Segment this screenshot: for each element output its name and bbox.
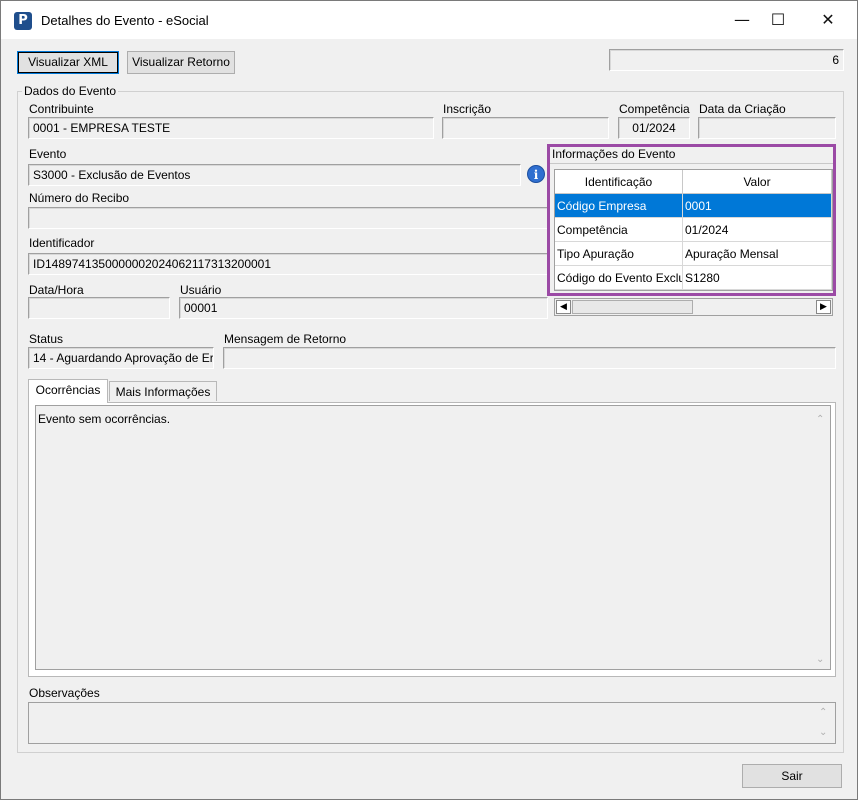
info-icon[interactable]: i xyxy=(527,165,545,183)
data-hora-field[interactable] xyxy=(28,297,170,319)
contribuinte-field[interactable]: 0001 - EMPRESA TESTE xyxy=(28,117,434,139)
usuario-label: Usuário xyxy=(180,283,222,297)
identificador-field[interactable]: ID1489741350000002024062117313200001 xyxy=(28,253,548,275)
data-criacao-label: Data da Criação xyxy=(699,102,786,116)
col-header-valor[interactable]: Valor xyxy=(683,170,832,194)
inscricao-label: Inscrição xyxy=(443,102,492,116)
grid-cell-valor[interactable]: Apuração Mensal xyxy=(683,242,832,266)
close-button[interactable]: ✕ xyxy=(805,1,851,39)
sair-button[interactable]: Sair xyxy=(742,764,842,788)
grid-horizontal-scrollbar[interactable]: ◀ ▶ xyxy=(554,298,833,316)
obs-scroll-down-arrow-icon[interactable]: ⌄ xyxy=(819,727,827,738)
evento-field[interactable]: S3000 - Exclusão de Eventos xyxy=(28,164,521,186)
scroll-up-arrow-icon[interactable]: ⌃ xyxy=(816,414,824,425)
event-counter-field: 6 xyxy=(609,49,844,71)
identificador-label: Identificador xyxy=(29,236,95,250)
window-title: Detalhes do Evento - eSocial xyxy=(41,13,209,28)
visualizar-retorno-button[interactable]: Visualizar Retorno xyxy=(127,51,235,74)
observacoes-memo[interactable]: ⌃ ⌄ xyxy=(28,702,836,744)
grid-cell-identificacao[interactable]: Código do Evento Exclu xyxy=(555,266,683,290)
scrollbar-thumb[interactable] xyxy=(572,300,693,314)
ocorrencias-text: Evento sem ocorrências. xyxy=(38,412,171,426)
data-criacao-field[interactable] xyxy=(698,117,836,139)
scroll-right-arrow-icon[interactable]: ▶ xyxy=(816,300,831,314)
grid-cell-valor[interactable]: S1280 xyxy=(683,266,832,290)
status-label: Status xyxy=(29,332,64,346)
tab-mais-informacoes[interactable]: Mais Informações xyxy=(109,381,217,401)
informacoes-divider xyxy=(550,163,833,164)
mensagem-retorno-label: Mensagem de Retorno xyxy=(224,332,347,346)
maximize-button[interactable]: ☐ xyxy=(755,1,801,39)
numero-recibo-label: Número do Recibo xyxy=(29,191,130,205)
evento-label: Evento xyxy=(29,147,67,161)
data-hora-label: Data/Hora xyxy=(29,283,84,297)
contribuinte-label: Contribuinte xyxy=(29,102,94,116)
mensagem-retorno-field[interactable] xyxy=(223,347,836,369)
usuario-field[interactable]: 00001 xyxy=(179,297,548,319)
ocorrencias-memo[interactable]: Evento sem ocorrências. ⌃ ⌄ xyxy=(35,405,831,670)
title-bar: P Detalhes do Evento - eSocial — ☐ ✕ xyxy=(1,1,857,39)
status-field[interactable]: 14 - Aguardando Aprovação de Er xyxy=(28,347,214,369)
informacoes-evento-caption: Informações do Evento xyxy=(552,147,676,161)
inscricao-field[interactable] xyxy=(442,117,609,139)
col-header-identificacao[interactable]: Identificação xyxy=(555,170,683,194)
tab-ocorrencias[interactable]: Ocorrências xyxy=(28,379,108,403)
dados-evento-caption: Dados do Evento xyxy=(22,84,119,98)
competencia-field[interactable]: 01/2024 xyxy=(618,117,690,139)
info-evento-grid[interactable]: Identificação Valor Código Empresa 0001 … xyxy=(554,169,833,291)
tab-panel: Evento sem ocorrências. ⌃ ⌄ xyxy=(28,402,836,677)
scroll-down-arrow-icon[interactable]: ⌄ xyxy=(816,654,824,665)
competencia-label: Competência xyxy=(619,102,690,116)
app-logo-icon: P xyxy=(14,12,32,30)
observacoes-label: Observações xyxy=(29,686,100,700)
visualizar-xml-button[interactable]: Visualizar XML xyxy=(17,51,119,74)
obs-scroll-up-arrow-icon[interactable]: ⌃ xyxy=(819,707,827,718)
grid-cell-valor[interactable]: 01/2024 xyxy=(683,218,832,242)
numero-recibo-field[interactable] xyxy=(28,207,548,229)
grid-cell-identificacao[interactable]: Tipo Apuração xyxy=(555,242,683,266)
grid-cell-valor[interactable]: 0001 xyxy=(683,194,832,218)
event-details-window: P Detalhes do Evento - eSocial — ☐ ✕ Vis… xyxy=(0,0,858,800)
grid-cell-identificacao[interactable]: Código Empresa xyxy=(555,194,683,218)
grid-cell-identificacao[interactable]: Competência xyxy=(555,218,683,242)
scroll-left-arrow-icon[interactable]: ◀ xyxy=(556,300,571,314)
